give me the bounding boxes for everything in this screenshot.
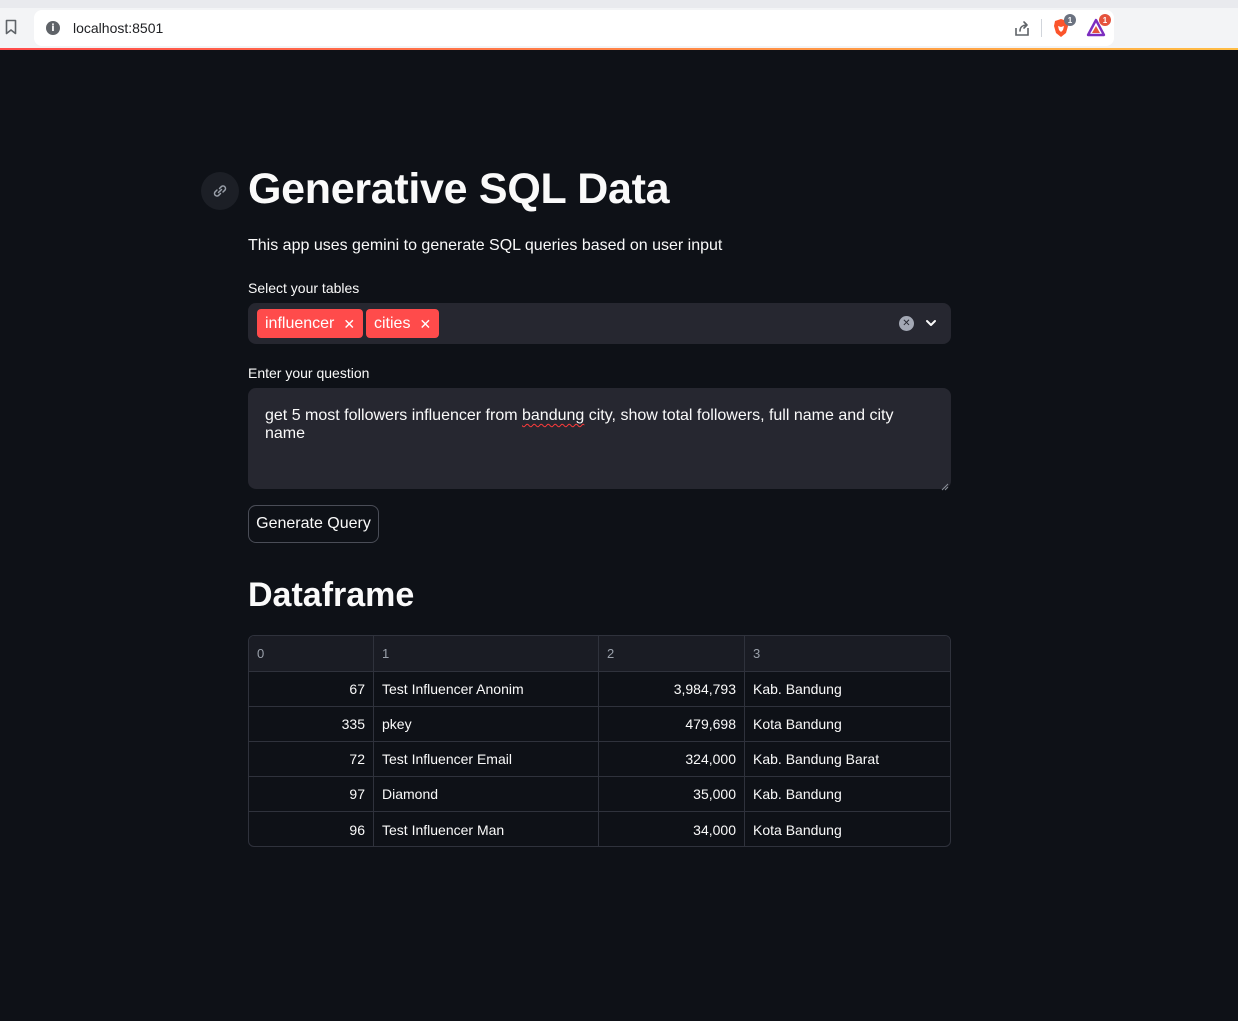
- table-cell[interactable]: Kab. Bandung: [745, 672, 950, 706]
- brave-badge: 1: [1064, 14, 1076, 26]
- table-cell[interactable]: 34,000: [599, 812, 745, 846]
- table-cell[interactable]: Test Influencer Man: [374, 812, 599, 846]
- brave-rewards-icon[interactable]: 1: [1085, 14, 1111, 39]
- page-subtitle: This app uses gemini to generate SQL que…: [248, 237, 723, 254]
- table-cell[interactable]: Kota Bandung: [745, 812, 950, 846]
- column-header[interactable]: 2: [599, 636, 745, 671]
- table-cell[interactable]: Kab. Bandung: [745, 777, 950, 811]
- column-header[interactable]: 3: [745, 636, 950, 671]
- table-cell[interactable]: Diamond: [374, 777, 599, 811]
- question-text-part: get 5 most followers influencer from: [265, 407, 522, 424]
- table-chip-cities[interactable]: cities ✕: [366, 309, 440, 338]
- tables-select-label: Select your tables: [248, 280, 360, 296]
- page-title: Generative SQL Data: [248, 165, 670, 213]
- bookmark-icon[interactable]: [4, 18, 18, 36]
- toolbar-divider: [1041, 19, 1042, 37]
- brave-shields-icon[interactable]: 1: [1050, 14, 1076, 39]
- dataframe-table[interactable]: 0 1 2 3 67 Test Influencer Anonim 3,984,…: [248, 635, 951, 847]
- table-cell[interactable]: Test Influencer Anonim: [374, 672, 599, 706]
- chip-label: cities: [374, 314, 411, 332]
- chip-remove-icon[interactable]: ✕: [343, 317, 355, 331]
- table-row[interactable]: 335 pkey 479,698 Kota Bandung: [249, 707, 950, 742]
- clear-all-icon[interactable]: ✕: [899, 316, 914, 331]
- table-cell[interactable]: Kab. Bandung Barat: [745, 742, 950, 776]
- chip-label: influencer: [265, 314, 335, 332]
- question-textarea[interactable]: get 5 most followers influencer from ban…: [248, 388, 951, 491]
- url-text[interactable]: localhost:8501: [73, 20, 163, 36]
- table-cell[interactable]: 96: [249, 812, 374, 846]
- site-info-icon[interactable]: i: [46, 21, 60, 35]
- resize-handle-icon[interactable]: [940, 478, 949, 491]
- table-cell[interactable]: 3,984,793: [599, 672, 745, 706]
- table-cell[interactable]: 35,000: [599, 777, 745, 811]
- tab-strip: [0, 0, 1238, 8]
- table-cell[interactable]: 67: [249, 672, 374, 706]
- loading-accent-bar: [0, 48, 1238, 50]
- table-cell[interactable]: Test Influencer Email: [374, 742, 599, 776]
- table-cell[interactable]: Kota Bandung: [745, 707, 950, 741]
- dataframe-heading: Dataframe: [248, 576, 415, 614]
- table-row[interactable]: 67 Test Influencer Anonim 3,984,793 Kab.…: [249, 672, 950, 707]
- share-icon[interactable]: [1012, 19, 1032, 39]
- question-label: Enter your question: [248, 365, 370, 381]
- tables-multiselect[interactable]: influencer ✕ cities ✕ ✕: [248, 303, 951, 344]
- rewards-badge: 1: [1099, 14, 1111, 26]
- table-cell[interactable]: 97: [249, 777, 374, 811]
- table-row[interactable]: 72 Test Influencer Email 324,000 Kab. Ba…: [249, 742, 950, 777]
- chevron-down-icon[interactable]: [923, 315, 939, 331]
- question-text-misspelled: bandung: [522, 407, 585, 424]
- table-row[interactable]: 96 Test Influencer Man 34,000 Kota Bandu…: [249, 812, 950, 846]
- column-header[interactable]: 1: [374, 636, 599, 671]
- table-cell[interactable]: pkey: [374, 707, 599, 741]
- column-header[interactable]: 0: [249, 636, 374, 671]
- table-cell[interactable]: 479,698: [599, 707, 745, 741]
- table-chip-influencer[interactable]: influencer ✕: [257, 309, 364, 338]
- table-header-row: 0 1 2 3: [249, 636, 950, 672]
- table-cell[interactable]: 324,000: [599, 742, 745, 776]
- generate-query-button[interactable]: Generate Query: [248, 505, 379, 543]
- table-cell[interactable]: 335: [249, 707, 374, 741]
- browser-toolbar: i localhost:8501 1 1: [0, 0, 1238, 50]
- table-row[interactable]: 97 Diamond 35,000 Kab. Bandung: [249, 777, 950, 812]
- chip-remove-icon[interactable]: ✕: [419, 317, 431, 331]
- link-icon[interactable]: [201, 172, 239, 210]
- table-cell[interactable]: 72: [249, 742, 374, 776]
- address-bar[interactable]: i localhost:8501 1 1: [34, 10, 1114, 46]
